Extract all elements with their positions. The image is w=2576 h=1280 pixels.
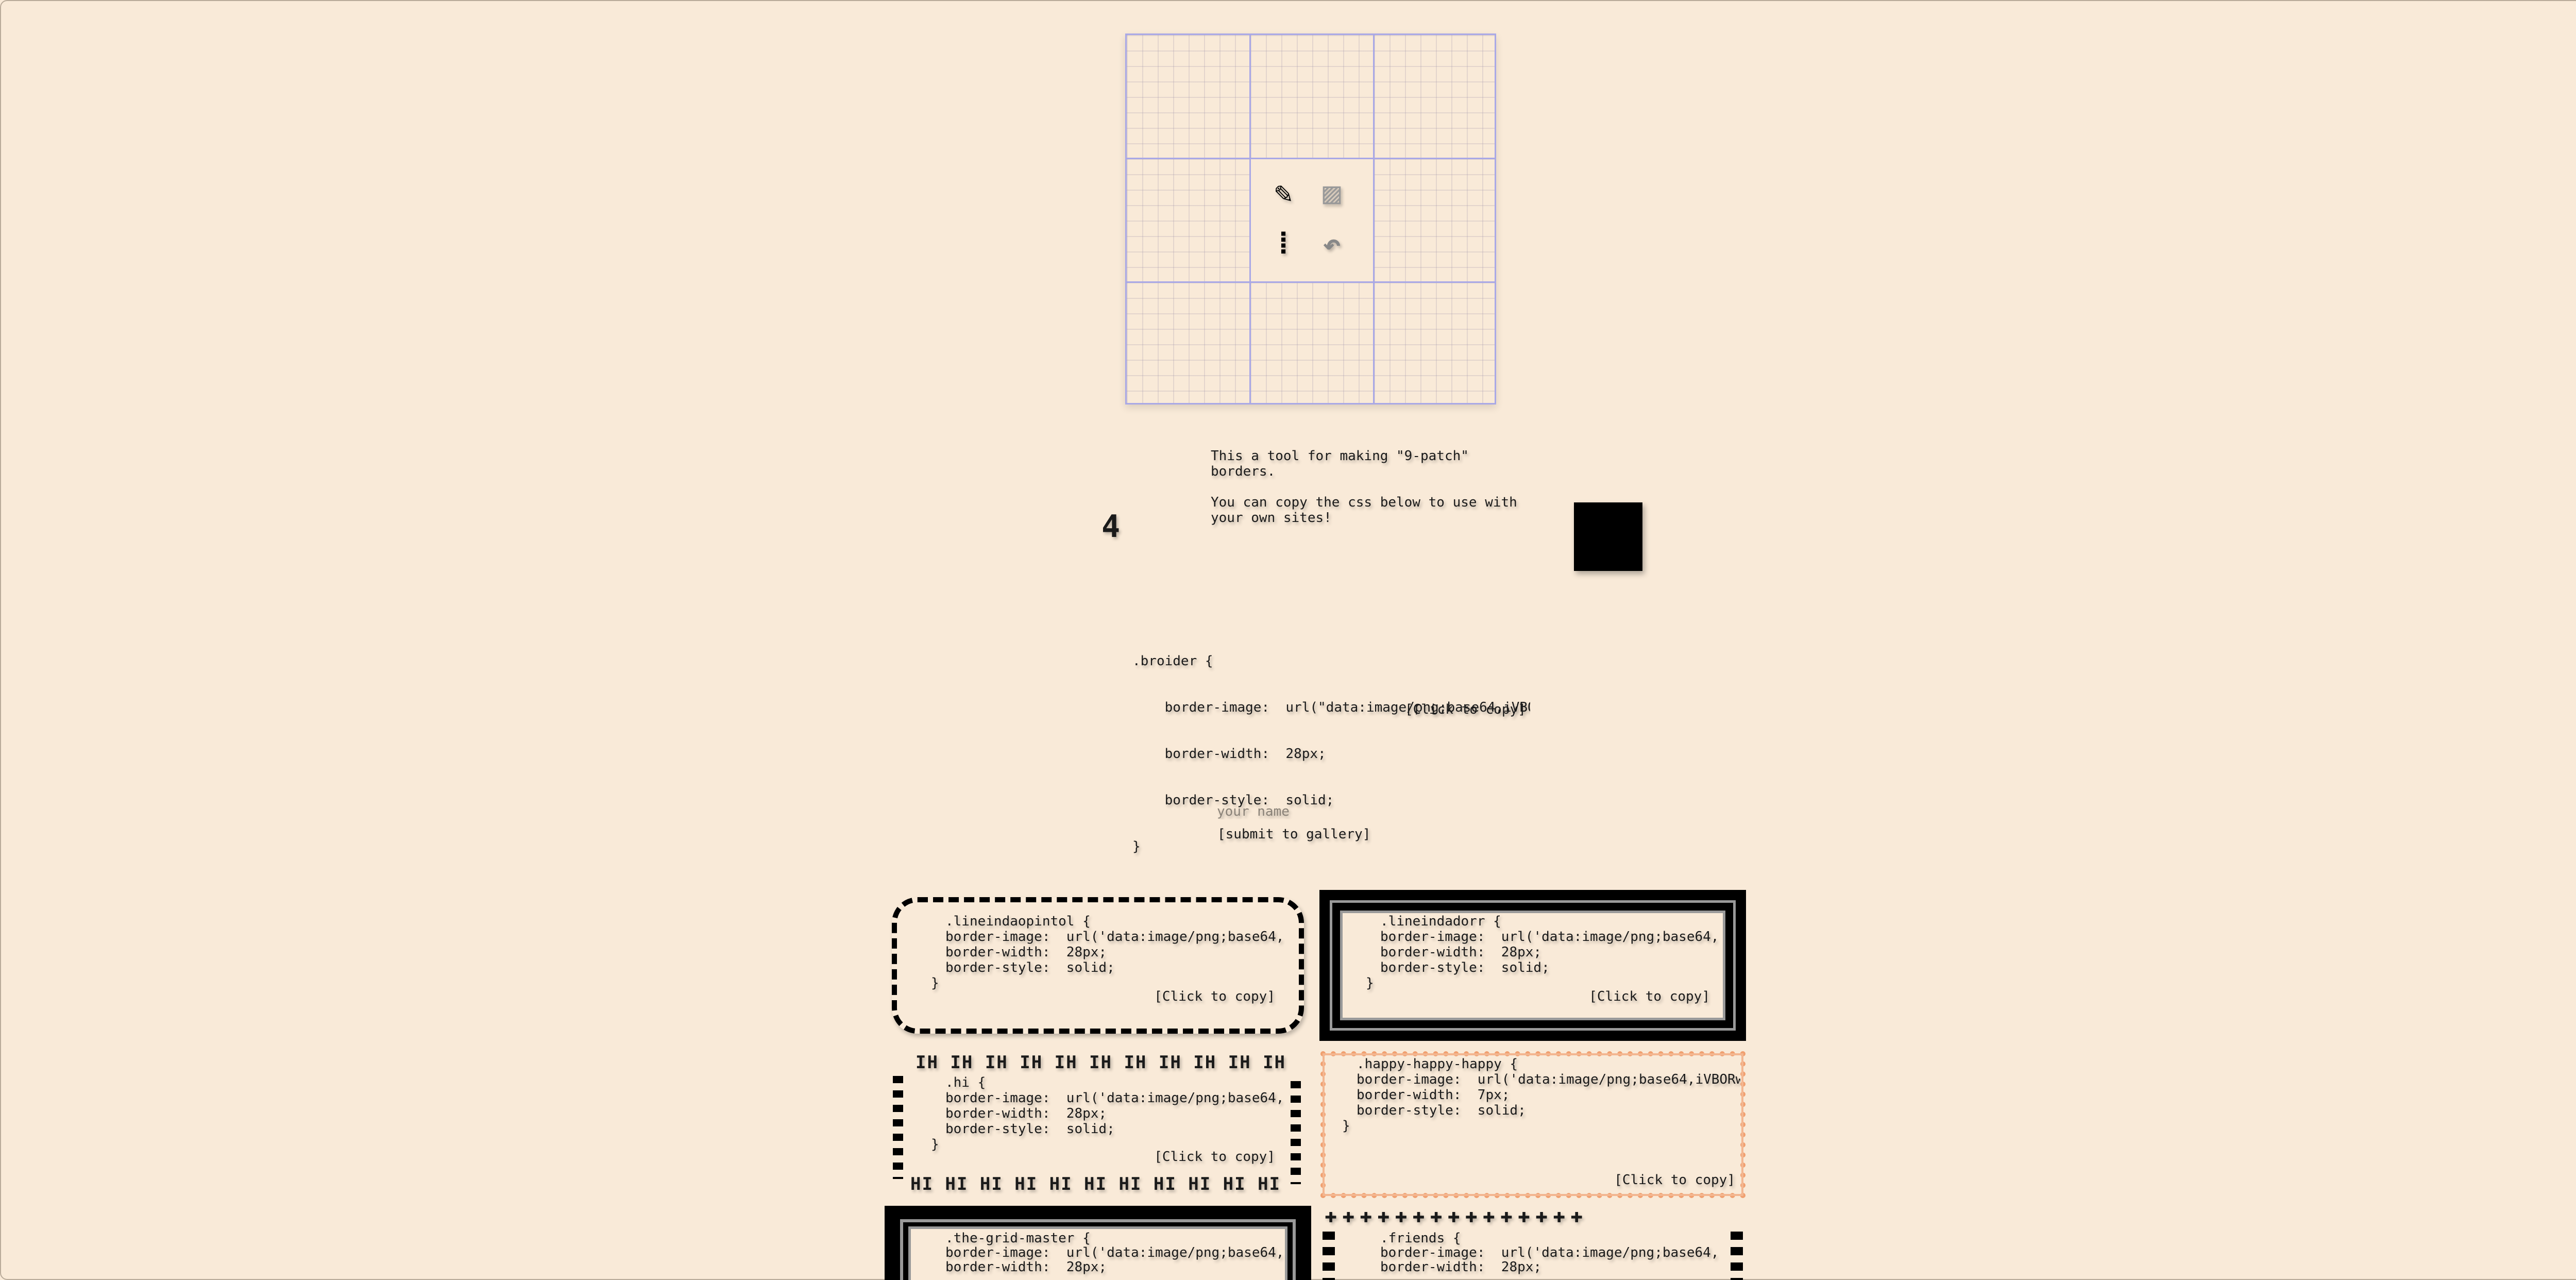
gallery-card-friends[interactable]: ✚✚✚✚✚✚✚✚✚✚✚✚✚✚✚ .friends { border-image:… — [1319, 1206, 1746, 1280]
card-width: border-width: 28px; — [945, 1106, 1107, 1121]
intro-line-3: You can copy the css below to use with — [1211, 495, 1517, 510]
intro-line-2: borders. — [1211, 464, 1276, 479]
nine-patch-editor-grid[interactable]: ✎ ▨ ⁞ ↶ — [1125, 33, 1496, 405]
brush-size-value[interactable]: 4 — [1101, 511, 1120, 542]
card-copy-button[interactable]: [Click to copy] — [1154, 989, 1275, 1004]
card-class: .lineindaopintol { — [945, 914, 1091, 929]
card-close: } — [1366, 975, 1374, 991]
card-width: border-width: 28px; — [945, 945, 1107, 960]
gallery-card-lineindaopintol[interactable]: .lineindaopintol { border-image: url('da… — [885, 890, 1311, 1041]
css-line: border-width: 28px; — [1132, 746, 1326, 762]
card-class: .friends { — [1380, 1231, 1461, 1246]
card-left-pattern — [893, 1076, 903, 1179]
card-width: border-width: 7px; — [1357, 1087, 1510, 1103]
card-image: border-image: url('data:image/png;base64… — [945, 1090, 1284, 1106]
eraser-icon[interactable]: ▨ — [1314, 175, 1350, 211]
card-style: border-style: solid; — [1380, 960, 1550, 975]
undo-icon[interactable]: ↶ — [1314, 226, 1350, 262]
tool-palette: ✎ ▨ ⁞ ↶ — [1251, 159, 1373, 281]
gallery-card-lineindadorr[interactable]: .lineindadorr { border-image: url('data:… — [1319, 890, 1746, 1041]
card-copy-button[interactable]: [Click to copy] — [1589, 989, 1710, 1004]
css-line: .broider { — [1132, 653, 1213, 669]
intro-line-1: This a tool for making "9-patch" — [1211, 448, 1469, 464]
card-class: .hi { — [945, 1075, 986, 1090]
gallery-card-hi[interactable]: IH IH IH IH IH IH IH IH IH IH IH IH IH H… — [885, 1050, 1311, 1200]
gallery-card-the-grid-master[interactable]: .the-grid-master { border-image: url('da… — [885, 1206, 1311, 1280]
color-swatch[interactable] — [1574, 502, 1642, 571]
card-close: } — [931, 975, 939, 991]
card-width: border-width: 28px; — [1380, 945, 1542, 960]
copy-css-button[interactable]: [Click to copy] — [1405, 702, 1526, 717]
card-class: .the-grid-master { — [945, 1231, 1091, 1246]
card-top-pattern: ✚✚✚✚✚✚✚✚✚✚✚✚✚✚✚ — [1325, 1206, 1588, 1227]
card-style: border-style: solid; — [945, 1121, 1115, 1137]
card-image: border-image: url('data:image/png;base64… — [1357, 1072, 1744, 1087]
card-class: .happy-happy-happy { — [1357, 1056, 1518, 1072]
card-copy-button[interactable]: [Click to copy] — [1154, 1149, 1275, 1165]
card-right-pattern — [1291, 1081, 1301, 1184]
card-top-pattern: IH IH IH IH IH IH IH IH IH IH IH IH IH — [916, 1052, 1297, 1073]
pencil-icon[interactable]: ✎ — [1265, 175, 1301, 211]
mirror-icon[interactable]: ⁞ — [1265, 226, 1301, 262]
card-class: .lineindadorr { — [1380, 914, 1501, 929]
card-copy-button[interactable]: [Click to copy] — [1614, 1172, 1735, 1188]
card-close: } — [931, 1137, 939, 1152]
card-close: } — [1342, 1118, 1350, 1134]
card-style: border-style: solid; — [945, 960, 1115, 975]
card-right-pattern — [1731, 1232, 1743, 1280]
card-bottom-pattern: HI HI HI HI HI HI HI HI HI HI HI HI HI — [910, 1174, 1292, 1194]
card-image: border-image: url('data:image/png;base64… — [1380, 929, 1719, 945]
card-style: border-style: solid; — [1357, 1103, 1526, 1118]
card-width: border-width: 28px; — [1380, 1259, 1542, 1275]
card-left-pattern — [1323, 1232, 1335, 1280]
intro-line-4: your own sites! — [1211, 510, 1332, 526]
submit-to-gallery-button[interactable]: [submit to gallery] — [1217, 827, 1370, 842]
card-image: border-image: url('data:image/png;base64… — [1380, 1245, 1719, 1260]
card-image: border-image: url('data:image/png;base64… — [945, 929, 1284, 945]
card-image: border-image: url('data:image/png;base64… — [945, 1245, 1284, 1260]
gallery-card-happy-happy-happy[interactable]: .happy-happy-happy { border-image: url('… — [1320, 1051, 1745, 1198]
card-width: border-width: 28px; — [945, 1259, 1107, 1275]
name-input[interactable] — [1216, 802, 1372, 821]
